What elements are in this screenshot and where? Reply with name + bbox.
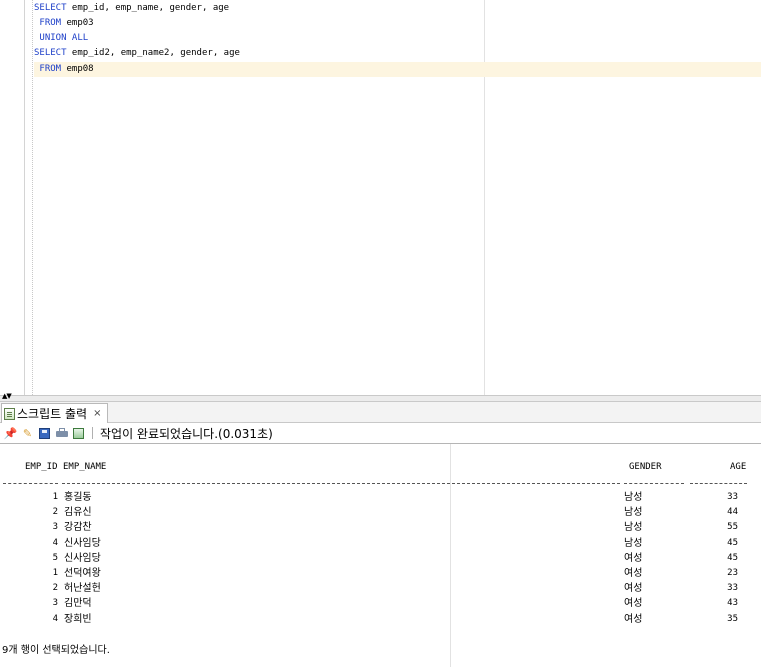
cell-emp-id: 3 [52,522,58,532]
col-header-emp-name: EMP_NAME [63,462,107,472]
cell-emp-id: 4 [52,614,58,624]
script-output-area[interactable] [0,444,761,667]
close-icon[interactable]: × [93,408,101,419]
cell-gender: 남성 [624,538,643,549]
collapse-arrows-icon[interactable]: ▲▼ [2,393,12,400]
cell-age: 33 [727,492,738,502]
code-line-1[interactable]: SELECT emp_id, emp_name, gender, age [34,1,229,16]
cell-age: 55 [727,522,738,532]
col-header-gender: GENDER [629,462,662,472]
cell-emp-name: 신사임당 [64,553,101,564]
toolbar-separator [92,427,93,439]
col-header-emp-id: EMP_ID [25,462,58,472]
cell-emp-id: 1 [52,492,58,502]
panel-splitter[interactable]: ▲▼ [0,393,761,402]
cell-gender: 남성 [624,522,643,533]
cell-emp-name: 선덕여왕 [64,568,101,579]
cell-emp-id: 3 [52,598,58,608]
clear-eraser-icon[interactable]: ✎ [21,427,34,440]
print-icon [55,427,68,439]
cell-emp-id: 4 [52,538,58,548]
cell-gender: 여성 [624,583,643,594]
cell-gender: 남성 [624,492,643,503]
cell-emp-id: 5 [52,553,58,563]
export-button[interactable] [72,427,85,440]
print-button[interactable] [55,427,68,440]
cell-gender: 남성 [624,507,643,518]
cell-age: 33 [727,583,738,593]
cell-emp-name: 신사임당 [64,538,101,549]
output-tab-bar: 스크립트 출력 × [0,402,761,423]
cell-emp-name: 김만덕 [64,598,92,609]
script-output-icon [4,407,15,420]
cell-gender: 여성 [624,598,643,609]
cell-age: 45 [727,553,738,563]
cell-emp-name: 홍길동 [64,492,92,503]
line-gutter [0,0,25,395]
sql-editor[interactable]: SELECT emp_id, emp_name, gender, age FRO… [0,0,761,395]
cell-emp-id: 2 [52,583,58,593]
code-line-4[interactable]: SELECT emp_id2, emp_name2, gender, age [34,46,240,61]
cell-emp-name: 강감찬 [64,522,92,533]
cell-gender: 여성 [624,568,643,579]
cell-gender: 여성 [624,614,643,625]
output-toolbar: 📌 ✎ 작업이 완료되었습니다.(0.031초) [0,423,761,444]
rows-selected-summary: 9개 행이 선택되었습니다. [2,645,110,656]
header-underline-name [62,483,620,484]
header-underline-age [690,483,747,484]
header-underline-id [3,483,58,484]
cell-emp-id: 2 [52,507,58,517]
code-line-2[interactable]: FROM emp03 [34,16,93,31]
fold-guide [32,0,33,395]
code-line-5-current[interactable]: FROM emp08 [34,62,761,77]
status-message: 작업이 완료되었습니다.(0.031초) [100,426,273,441]
right-margin-line [484,0,485,395]
save-icon [39,427,50,439]
col-header-age: AGE [730,462,747,472]
header-underline-gender [624,483,684,484]
tab-label: 스크립트 출력 [17,407,88,421]
tab-script-output[interactable]: 스크립트 출력 × [1,403,109,423]
cell-emp-name: 김유신 [64,507,92,518]
cell-age: 45 [727,538,738,548]
cell-emp-name: 허난설헌 [64,583,101,594]
cell-gender: 여성 [624,553,643,564]
pin-icon[interactable]: 📌 [4,427,18,440]
cell-age: 44 [727,507,738,517]
cell-age: 43 [727,598,738,608]
code-line-3[interactable]: UNION ALL [34,31,88,46]
save-button[interactable] [38,427,51,440]
cell-age: 23 [727,568,738,578]
export-icon [73,427,84,439]
cell-age: 35 [727,614,738,624]
cell-emp-id: 1 [52,568,58,578]
output-margin-line [450,444,451,667]
cell-emp-name: 장희빈 [64,614,92,625]
